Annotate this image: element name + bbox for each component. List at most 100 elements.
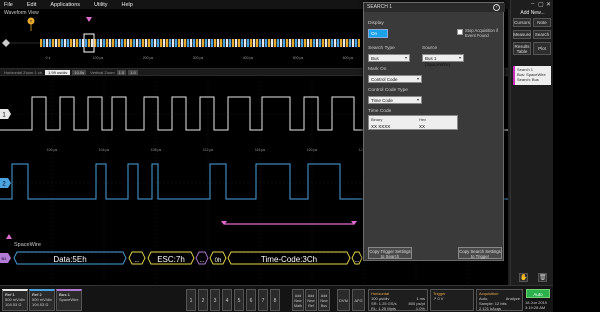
stop-acquisition-checkbox[interactable] — [457, 29, 463, 35]
ref-1-badge[interactable]: Ref 1 500 mV/div 104.53 Ω — [2, 289, 28, 311]
trigger-settings-badge[interactable]: Trigger ↗ 0 V — [430, 289, 474, 311]
channel-4-button[interactable]: 4 — [222, 289, 232, 311]
menu-utility[interactable]: Utility — [94, 2, 107, 8]
mark-on-dropdown[interactable]: Control Code ▾ — [368, 75, 422, 83]
chevron-down-icon: ▾ — [416, 76, 419, 81]
grid-dot — [23, 113, 25, 115]
overview-burst — [259, 39, 262, 47]
search-marker-icon[interactable] — [86, 17, 92, 22]
copy-trigger-to-search-button[interactable]: Copy Trigger Settings to Search — [368, 247, 412, 259]
grid-dot — [311, 265, 313, 267]
acquisition-settings-badge[interactable]: Acquisition Auto, Analyze Sample: 12 bit… — [476, 289, 523, 311]
bus-1-badge[interactable]: Bus 1 SpaceWire — [56, 289, 82, 311]
grid-dot — [235, 252, 237, 254]
pointer-icon[interactable]: ✋ — [519, 272, 528, 282]
grid-dot — [315, 252, 317, 254]
restore-icon[interactable]: ▢ — [538, 1, 544, 8]
zoom-position-value[interactable]: 10.0s — [72, 69, 87, 75]
search-1-badge[interactable]: Search 1 Bus: SpaceWire Search: Bus — [513, 66, 551, 85]
grid-dot — [155, 252, 157, 254]
add-new-bus-button[interactable]: Add New Bus — [318, 289, 330, 311]
binary-value[interactable]: XX XXXX — [371, 124, 390, 129]
add-new-math-button[interactable]: Add New Math — [292, 289, 304, 311]
trigger-marker-icon[interactable]: T — [26, 17, 36, 31]
channel-1-marker[interactable]: 1 — [0, 109, 11, 119]
grid-dot — [207, 113, 209, 115]
grid-dot — [19, 182, 21, 184]
grid-dot — [39, 252, 41, 254]
ref-2-badge[interactable]: Ref 2 500 mV/div 104.53 Ω — [29, 289, 55, 311]
grid-dot — [83, 252, 85, 254]
grid-dot — [51, 133, 53, 135]
afg-button[interactable]: AFG — [352, 289, 365, 311]
bus-1-marker[interactable]: B1 — [0, 253, 11, 263]
grid-dot — [415, 265, 417, 267]
grid-dot — [155, 181, 157, 183]
grid-dot — [259, 121, 261, 123]
trash-icon[interactable]: 🗑 — [538, 272, 547, 282]
overview-burst — [115, 39, 118, 47]
grid-dot — [183, 182, 185, 184]
grid-dot — [155, 113, 157, 115]
overview-burst — [109, 39, 112, 47]
channel-8-button[interactable]: 8 — [270, 289, 280, 311]
menu-applications[interactable]: Applications — [50, 2, 80, 8]
grid-dot — [167, 182, 169, 184]
grid-dot — [259, 85, 261, 87]
menu-help[interactable]: Help — [121, 2, 132, 8]
horizontal-settings-badge[interactable]: Horizontal 100 µs/div 1 ms SR: 1.25 GS/s… — [368, 289, 428, 311]
horizontal-zoom-value[interactable]: 1.99 us/div — [45, 69, 71, 75]
hex-value[interactable]: XX — [419, 124, 425, 129]
vertical-zoom-extra[interactable]: 1.0 — [128, 69, 138, 75]
grid-dot — [259, 133, 261, 135]
note-button[interactable]: Note — [533, 18, 551, 27]
display-toggle[interactable]: On — [368, 29, 388, 38]
overview-strip[interactable]: 0 s 100 µs 200 µs 300 µs 400 µs 500 µs 600 µs — [10, 30, 360, 60]
source-value: Bus 1 (SpaceWire) — [425, 56, 451, 67]
menu-file[interactable]: File — [4, 2, 13, 8]
copy-search-to-trigger-button[interactable]: Copy Search Settings to Trigger — [458, 247, 502, 259]
close-icon[interactable]: ✕ — [546, 1, 551, 8]
grid-dot — [259, 117, 261, 119]
grid-dot — [351, 182, 353, 184]
grid-dot — [467, 273, 469, 275]
minimize-icon[interactable]: – — [531, 1, 534, 7]
time-tick-label: 112 µs — [203, 148, 214, 152]
search-type-dropdown[interactable]: Bus ▾ — [368, 54, 410, 62]
grid-dot — [355, 113, 357, 115]
grid-dot — [287, 182, 289, 184]
add-new-label: Add New... — [520, 10, 545, 16]
channel-6-button[interactable]: 6 — [246, 289, 256, 311]
grid-dot — [15, 182, 17, 184]
plot-button[interactable]: Plot — [533, 42, 551, 55]
run-mode-button[interactable]: Auto — [526, 289, 550, 298]
search-type-value: Bus — [371, 56, 379, 61]
grid-dot — [259, 125, 261, 127]
results-table-button[interactable]: Results Table — [513, 42, 531, 55]
channel-2-marker[interactable]: 2 — [0, 178, 11, 188]
add-new-ref-button[interactable]: Add New Ref — [305, 289, 317, 311]
hex-label: Hex — [419, 117, 427, 122]
channel-2-button[interactable]: 2 — [198, 289, 208, 311]
channel-5-button[interactable]: 5 — [234, 289, 244, 311]
channel-1-button[interactable]: 1 — [186, 289, 196, 311]
measure-button[interactable]: Measure — [513, 30, 531, 39]
help-icon[interactable]: ? — [493, 4, 500, 11]
channel-3-button[interactable]: 3 — [210, 289, 220, 311]
horizontal-zoom-label: Horizontal Zoom 1 ch — [4, 69, 43, 75]
source-dropdown[interactable]: Bus 1 (SpaceWire) ▾ — [422, 54, 464, 67]
time-code-field[interactable]: Binary XX XXXX Hex XX — [368, 115, 458, 130]
dvm-button[interactable]: DVM — [337, 289, 350, 311]
channel-7-button[interactable]: 7 — [258, 289, 268, 311]
grid-dot — [259, 113, 261, 115]
overview-burst — [193, 39, 196, 47]
menu-edit[interactable]: Edit — [27, 2, 36, 8]
grid-dot — [195, 182, 197, 184]
grid-dot — [139, 252, 141, 254]
search-button[interactable]: Search — [533, 30, 551, 39]
control-code-type-dropdown[interactable]: Time Code ▾ — [368, 96, 422, 104]
vertical-zoom-value[interactable]: 1.0 — [116, 69, 127, 75]
overview-burst — [157, 39, 160, 47]
cursors-button[interactable]: Cursors — [513, 18, 531, 27]
grid-dot — [103, 117, 105, 119]
